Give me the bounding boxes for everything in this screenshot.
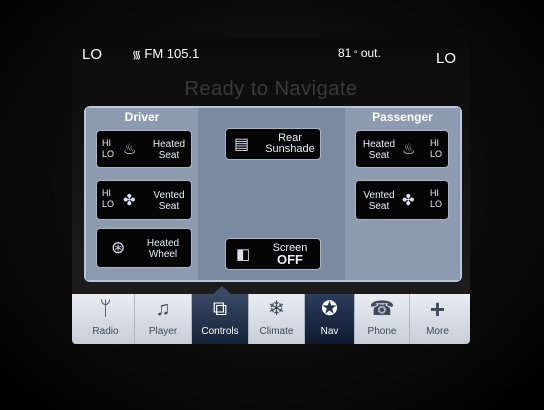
- sunshade-icon: ▤: [234, 136, 250, 153]
- screen-off-button[interactable]: ◧ Screen OFF: [225, 238, 321, 270]
- tab-phone-label: Phone: [367, 326, 397, 337]
- driver-column: Driver HI LO ♨ Heated Seat HI LO ✤ Vented Se…: [86, 108, 198, 280]
- heated-wheel-button[interactable]: ⊛ Heated Wheel: [96, 228, 192, 268]
- touchscreen: LO ᯾ FM 105.1 81 ° out. LO Ready to Navig…: [72, 38, 470, 344]
- outside-temperature: 81 ° out.: [338, 46, 381, 60]
- driver-title: Driver: [124, 110, 160, 124]
- tab-climate-label: Climate: [259, 326, 294, 337]
- vented-seat-icon: ✤: [402, 192, 415, 209]
- tab-nav[interactable]: ✪ Nav: [305, 294, 355, 344]
- heated-seat-icon: ♨: [402, 141, 416, 158]
- tab-more-label: More: [426, 326, 449, 337]
- radio-tower-icon: ᛘ: [99, 298, 112, 320]
- passenger-column: Passenger Heated Seat ♨ HI LO Vented Seat ✤…: [345, 108, 460, 280]
- passenger-heated-seat-button[interactable]: Heated Seat ♨ HI LO: [355, 130, 449, 168]
- vent-level: HI LO: [430, 188, 443, 209]
- center-column: ▤ Rear Sunshade ◧ Screen OFF: [198, 108, 345, 280]
- screen-icon: ◧: [236, 246, 251, 263]
- passenger-heated-seat-label: Heated Seat: [362, 139, 396, 161]
- driver-temp-setting[interactable]: LO: [82, 46, 102, 63]
- outside-temp-value: 81: [338, 46, 352, 60]
- passenger-title: Passenger: [372, 110, 433, 124]
- tab-more[interactable]: + More: [410, 294, 465, 344]
- phone-icon: ☎: [369, 298, 395, 320]
- driver-heated-seat-button[interactable]: HI LO ♨ Heated Seat: [96, 130, 192, 168]
- passenger-vented-seat-button[interactable]: Vented Seat ✤ HI LO: [355, 180, 449, 220]
- passenger-temp-setting[interactable]: LO: [436, 50, 456, 67]
- climate-icon: ❄: [268, 298, 285, 320]
- passenger-vented-seat-label: Vented Seat: [363, 190, 395, 212]
- radio-station: FM 105.1: [144, 46, 200, 61]
- vent-level: HI LO: [102, 188, 115, 209]
- screen-off-label: Screen OFF: [272, 242, 308, 267]
- plus-icon: +: [429, 294, 446, 324]
- controls-icon: ⧉: [212, 298, 228, 320]
- compass-icon: ✪: [321, 298, 338, 320]
- tab-climate[interactable]: ❄ Climate: [249, 294, 305, 344]
- radio-signal-icon: ᯾: [132, 49, 142, 61]
- tab-controls-label: Controls: [201, 326, 239, 337]
- tab-phone[interactable]: ☎ Phone: [355, 294, 410, 344]
- driver-vented-seat-button[interactable]: HI LO ✤ Vented Seat: [96, 180, 192, 220]
- heated-wheel-label: Heated Wheel: [146, 238, 180, 260]
- tab-player[interactable]: ♫ Player: [135, 294, 192, 344]
- heat-level: HI LO: [430, 138, 443, 159]
- radio-status[interactable]: ᯾ FM 105.1: [132, 46, 199, 62]
- heated-seat-icon: ♨: [123, 141, 137, 158]
- tab-controls[interactable]: ⧉ Controls: [192, 294, 249, 344]
- driver-heated-seat-label: Heated Seat: [152, 139, 186, 161]
- vented-seat-icon: ✤: [123, 192, 136, 209]
- tab-radio-label: Radio: [92, 326, 119, 337]
- tab-nav-label: Nav: [320, 326, 339, 337]
- outside-temp-label: out.: [360, 46, 381, 60]
- controls-panel: Driver HI LO ♨ Heated Seat HI LO ✤ Vented Se…: [84, 106, 462, 282]
- rear-sunshade-label: Rear Sunshade: [265, 132, 315, 155]
- steering-wheel-icon: ⊛: [111, 238, 126, 257]
- bottom-tab-bar: ᛘ Radio ♫ Player ⧉ Controls ❄ Climate ✪ …: [72, 294, 470, 344]
- degree-icon: °: [351, 49, 358, 59]
- tab-radio[interactable]: ᛘ Radio: [77, 294, 135, 344]
- tab-player-label: Player: [148, 326, 178, 337]
- nav-ready-message: Ready to Navigate: [184, 78, 358, 100]
- driver-vented-seat-label: Vented Seat: [153, 190, 185, 212]
- music-note-icon: ♫: [155, 298, 171, 320]
- rear-sunshade-button[interactable]: ▤ Rear Sunshade: [225, 128, 321, 160]
- heat-level: HI LO: [102, 138, 115, 159]
